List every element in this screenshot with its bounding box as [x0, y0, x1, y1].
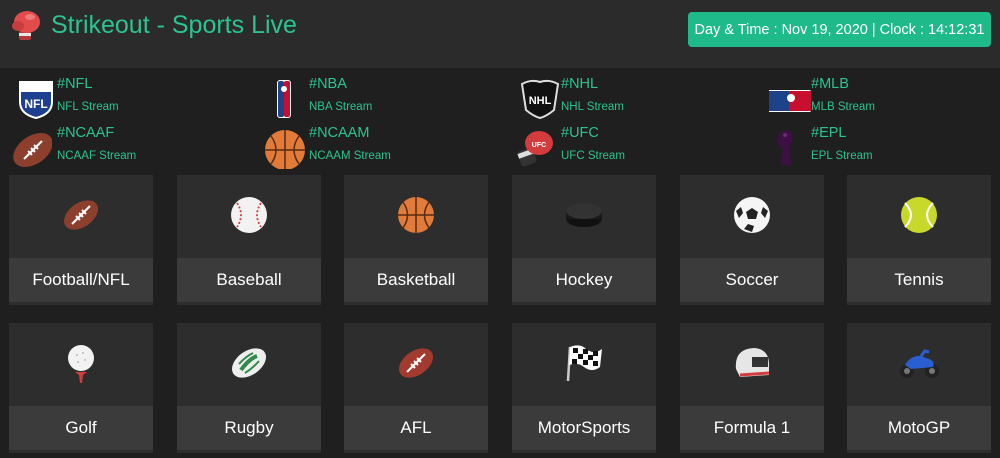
clock-separator: | Clock : [867, 21, 928, 38]
league-tag: #MLB [811, 76, 849, 92]
league-link-nhl[interactable]: NHL #NHL NHL Stream [519, 72, 749, 120]
league-link-ncaam[interactable]: #NCAAM NCAAM Stream [263, 121, 493, 169]
sport-tile-motorsports[interactable]: MotorSports [512, 323, 656, 453]
hockey-puck-icon [566, 203, 602, 227]
league-link-ncaaf[interactable]: #NCAAF NCAAF Stream [10, 121, 240, 169]
league-link-nba[interactable]: #NBA NBA Stream [267, 72, 497, 120]
league-tag: #NHL [561, 76, 599, 92]
site-title[interactable]: Strikeout - Sports Live [51, 11, 297, 40]
league-stream-label: NCAAM Stream [309, 150, 391, 162]
sport-label: Basketball [344, 258, 488, 302]
sport-label: Baseball [177, 258, 321, 302]
league-stream-label: NHL Stream [561, 101, 624, 113]
league-tag: #NBA [309, 76, 347, 92]
clock-date: Nov 19, 2020 [781, 21, 868, 38]
american-football-icon [13, 132, 52, 168]
tennis-ball-icon [901, 197, 937, 233]
sport-tile-soccer[interactable]: Soccer [680, 175, 824, 305]
league-stream-label: UFC Stream [561, 150, 625, 162]
league-link-nfl[interactable]: NFL #NFL NFL Stream [15, 72, 245, 120]
american-football-icon [63, 200, 99, 230]
league-tag: #EPL [811, 125, 847, 141]
racing-helmet-icon [735, 348, 770, 377]
sport-label: Rugby [177, 406, 321, 450]
sport-tile-hockey[interactable]: Hockey [512, 175, 656, 305]
league-stream-label: EPL Stream [811, 150, 873, 162]
sport-tile-formula-1[interactable]: Formula 1 [680, 323, 824, 453]
ufc-glove-icon: UFC [517, 131, 553, 167]
svg-text:UFC: UFC [532, 142, 546, 149]
sport-tile-baseball[interactable]: Baseball [177, 175, 321, 305]
league-links: NFL #NFL NFL Stream #NBA NBA Stream NHL … [0, 68, 1000, 172]
sport-label: MotoGP [847, 406, 991, 450]
sport-label: Soccer [680, 258, 824, 302]
league-stream-label: NCAAF Stream [57, 150, 137, 162]
afl-ball-icon [398, 348, 434, 378]
basketball-icon [398, 197, 434, 233]
sport-tile-tennis[interactable]: Tennis [847, 175, 991, 305]
svg-text:NFL: NFL [24, 97, 47, 111]
league-link-mlb[interactable]: #MLB MLB Stream [769, 72, 999, 120]
league-link-epl[interactable]: #EPL EPL Stream [773, 121, 1000, 169]
league-link-ufc[interactable]: UFC #UFC UFC Stream [515, 121, 745, 169]
basketball-icon [265, 130, 305, 169]
league-stream-label: NBA Stream [309, 101, 373, 113]
sport-tile-basketball[interactable]: Basketball [344, 175, 488, 305]
nfl-logo-icon: NFL [19, 81, 53, 120]
sport-tile-rugby[interactable]: Rugby [177, 323, 321, 453]
motorcycle-icon [900, 349, 939, 378]
sport-label: Formula 1 [680, 406, 824, 450]
sport-tile-football[interactable]: Football/NFL [9, 175, 153, 305]
sport-label: Tennis [847, 258, 991, 302]
league-tag: #NCAAM [309, 125, 370, 141]
sport-tile-afl[interactable]: AFL [344, 323, 488, 453]
mlb-logo-icon [769, 90, 811, 112]
league-tag: #NFL [57, 76, 93, 92]
top-header: Strikeout - Sports Live Day & Time : Nov… [0, 0, 1000, 68]
sport-tile-golf[interactable]: Golf [9, 323, 153, 453]
checkered-flag-icon [566, 345, 602, 382]
soccer-ball-icon [734, 197, 770, 233]
nhl-logo-icon: NHL [520, 79, 560, 120]
epl-lion-icon [777, 130, 793, 165]
clock-prefix: Day & Time : [694, 21, 782, 38]
sport-label: Golf [9, 406, 153, 450]
sport-label: Football/NFL [9, 258, 153, 302]
sport-label: AFL [344, 406, 488, 450]
sport-label: Hockey [512, 258, 656, 302]
league-stream-label: MLB Stream [811, 101, 875, 113]
league-tag: #NCAAF [57, 125, 115, 141]
boxing-glove-icon [12, 11, 40, 40]
rugby-ball-icon [231, 348, 267, 378]
sport-tile-motogp[interactable]: MotoGP [847, 323, 991, 453]
clock-time: 14:12:31 [928, 21, 985, 38]
nba-logo-icon [277, 80, 291, 118]
league-tag: #UFC [561, 125, 599, 141]
league-stream-label: NFL Stream [57, 101, 119, 113]
svg-text:NHL: NHL [529, 95, 552, 107]
sport-label: MotorSports [512, 406, 656, 450]
golf-ball-icon [68, 345, 94, 383]
baseball-icon [231, 197, 267, 233]
date-time-clock: Day & Time : Nov 19, 2020 | Clock : 14:1… [688, 12, 991, 47]
